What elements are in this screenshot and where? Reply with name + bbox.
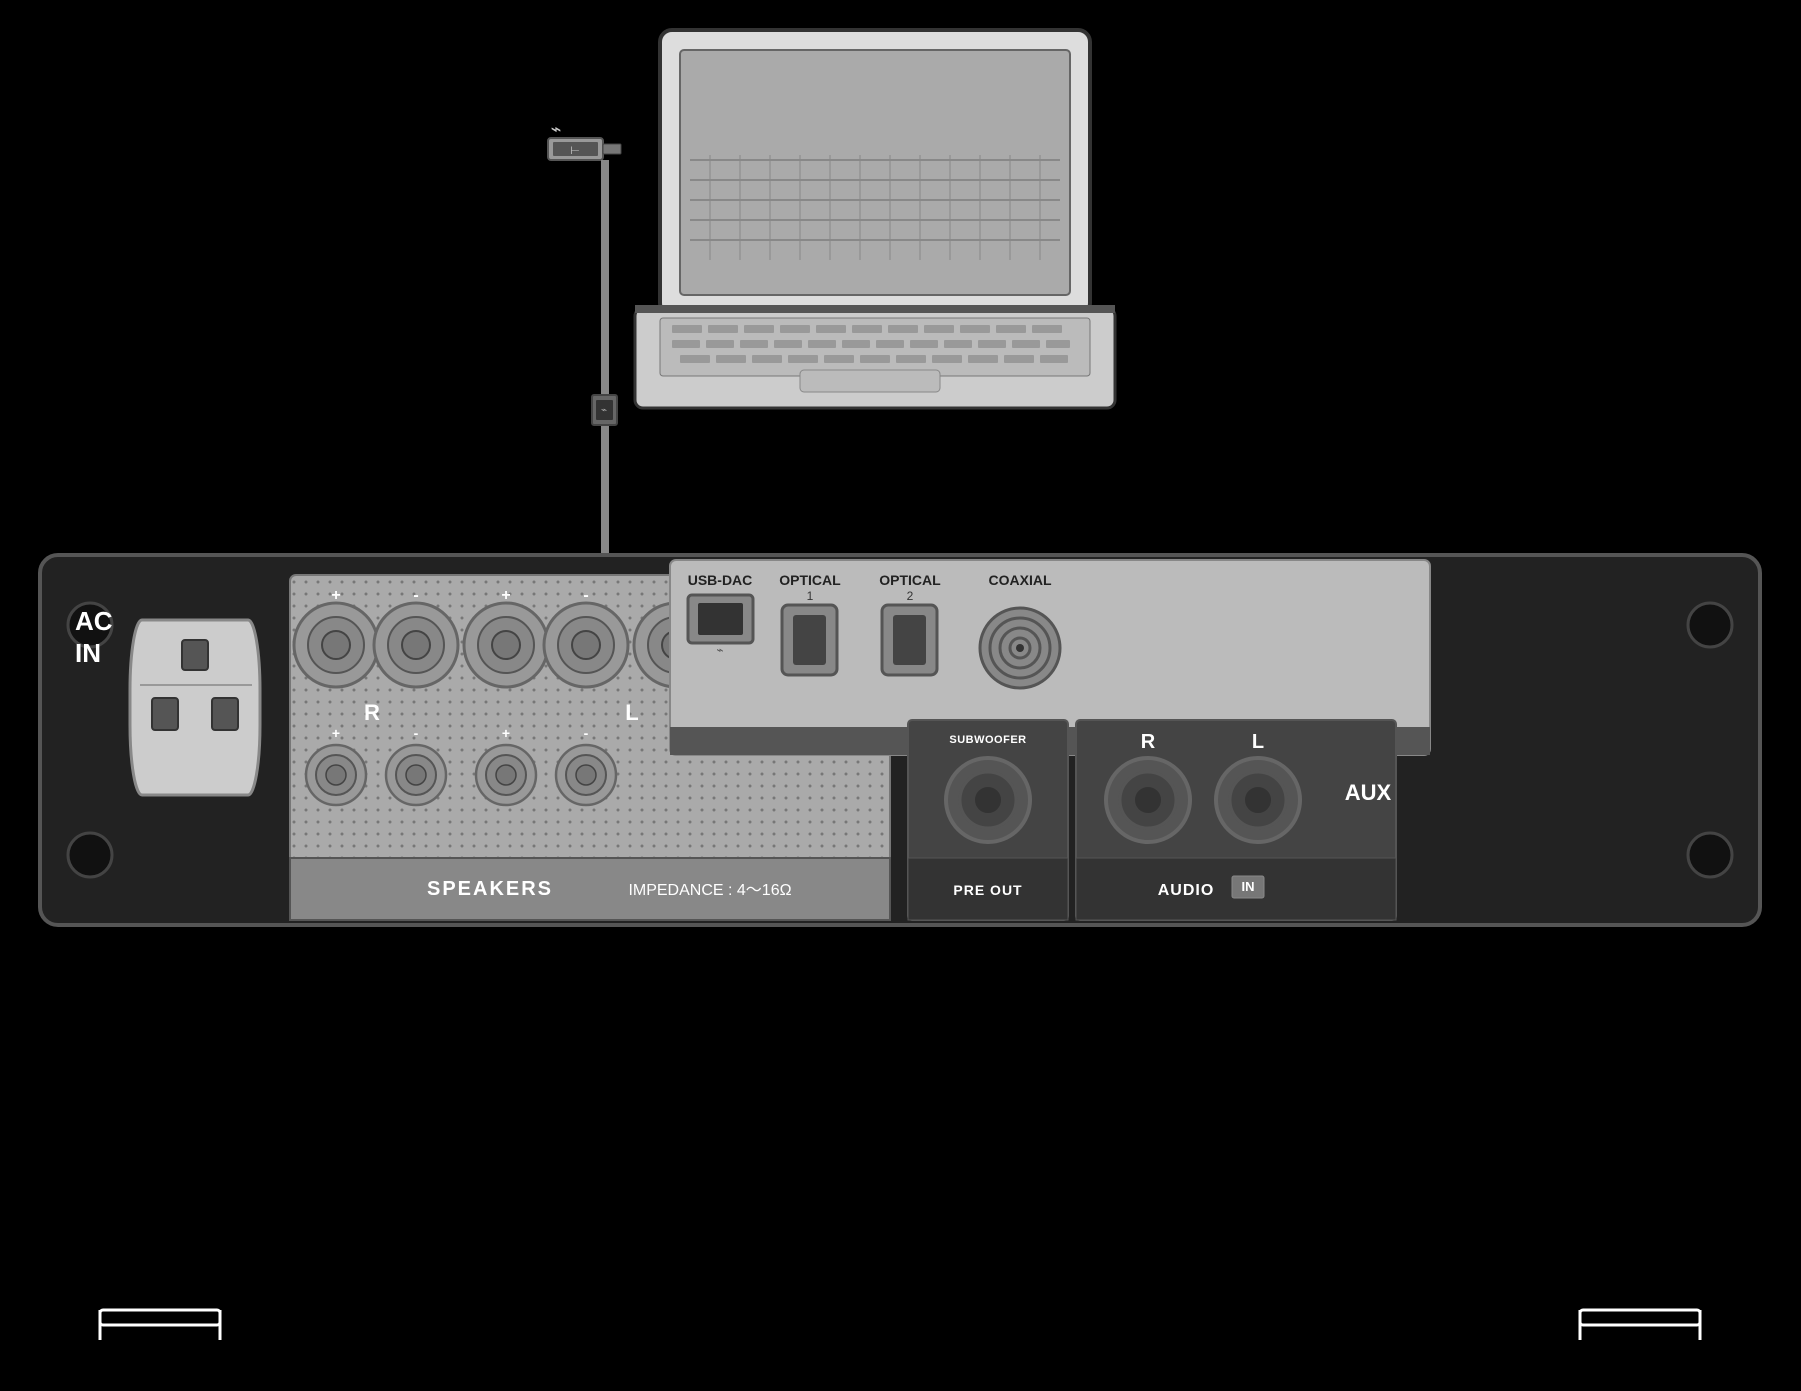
- ac-in-label: AC: [75, 606, 113, 636]
- svg-text:R: R: [364, 700, 380, 725]
- svg-text:⊢: ⊢: [570, 145, 580, 157]
- svg-text:+: +: [501, 587, 510, 604]
- laptop-illustration: [635, 30, 1115, 408]
- svg-text:⌁: ⌁: [551, 119, 562, 139]
- svg-text:-: -: [413, 587, 418, 604]
- ac-in-label2: IN: [75, 638, 101, 668]
- pre-out-label: PRE OUT: [953, 882, 1022, 898]
- coaxial-label: COAXIAL: [989, 572, 1052, 588]
- audio-label: AUDIO: [1158, 882, 1215, 899]
- subwoofer-label: SUBWOOFER: [949, 734, 1026, 746]
- optical-1-label: OPTICAL: [779, 572, 841, 588]
- usb-dac-label: USB-DAC: [688, 572, 753, 588]
- main-diagram: ⊢ ⌁ ⌁ AC IN: [0, 0, 1801, 1386]
- pre-out-section: SUBWOOFER PRE OUT: [908, 720, 1068, 920]
- audio-in-badge: IN: [1242, 879, 1255, 894]
- audio-in-section: R L AUX AUDIO IN: [1076, 720, 1396, 920]
- r-channel-label: R: [1141, 731, 1156, 753]
- svg-text:⌁: ⌁: [601, 405, 607, 416]
- amplifier-back-panel: AC IN + - +: [40, 555, 1760, 925]
- usb-symbol-cable-top: ⌁: [551, 119, 562, 139]
- svg-text:1: 1: [807, 589, 814, 603]
- svg-text:⌁: ⌁: [716, 643, 723, 657]
- speakers-label: SPEAKERS: [427, 878, 553, 900]
- svg-text:+: +: [502, 725, 510, 741]
- svg-text:-: -: [583, 587, 588, 604]
- svg-text:2: 2: [907, 589, 914, 603]
- svg-text:-: -: [414, 725, 419, 741]
- svg-text:+: +: [332, 725, 340, 741]
- l-channel-label: L: [1252, 731, 1264, 753]
- impedance-label: IMPEDANCE : 4～16Ω: [628, 882, 791, 899]
- svg-text:+: +: [331, 587, 340, 604]
- svg-text:-: -: [584, 725, 589, 741]
- optical-2-label: OPTICAL: [879, 572, 941, 588]
- svg-text:L: L: [625, 700, 638, 725]
- aux-label: AUX: [1345, 780, 1392, 805]
